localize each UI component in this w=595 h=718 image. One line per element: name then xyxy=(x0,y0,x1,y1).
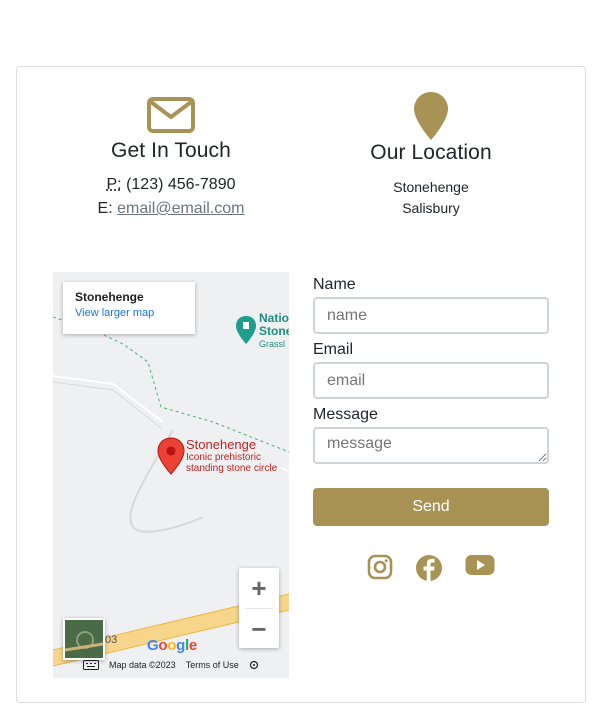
park-label-line-1: Natio xyxy=(259,311,289,325)
park-label: Natio Stone xyxy=(259,312,289,338)
map-data-text: Map data ©2023 xyxy=(109,660,176,670)
send-button[interactable]: Send xyxy=(313,488,549,526)
report-error-icon[interactable] xyxy=(249,660,259,670)
place-description: Iconic prehistoric standing stone circle xyxy=(186,452,277,474)
name-input[interactable] xyxy=(313,297,549,334)
place-description-line-1: Iconic prehistoric xyxy=(186,452,262,463)
terms-of-use-link[interactable]: Terms of Use xyxy=(186,660,239,670)
location-line-1: Stonehenge xyxy=(393,179,469,195)
embedded-map[interactable]: Stonehenge View larger map Natio Stone G… xyxy=(53,272,289,678)
location-section: Our Location Stonehenge Salisbury xyxy=(331,91,531,219)
road-number-label: 03 xyxy=(105,634,118,646)
red-map-marker-icon[interactable] xyxy=(157,437,185,475)
satellite-view-toggle[interactable] xyxy=(63,618,105,660)
contact-heading: Get In Touch xyxy=(111,139,231,162)
park-marker-icon[interactable] xyxy=(235,315,257,345)
instagram-icon[interactable] xyxy=(367,554,393,580)
phone-label: P: xyxy=(106,176,122,193)
map-attribution-bar: Map data ©2023 Terms of Use xyxy=(53,658,289,672)
email-input[interactable] xyxy=(313,362,549,399)
map-card-title: Stonehenge xyxy=(75,290,144,304)
email-line: E: email@email.com xyxy=(71,197,271,221)
message-textarea[interactable] xyxy=(313,427,549,464)
contact-form: Name Email Message Send xyxy=(313,275,549,582)
envelope-icon xyxy=(147,97,195,133)
map-pin-icon xyxy=(414,92,448,140)
facebook-icon[interactable] xyxy=(415,554,443,582)
keyboard-shortcuts-icon[interactable] xyxy=(83,660,99,670)
phone-number: (123) 456-7890 xyxy=(126,176,236,193)
email-link[interactable]: email@email.com xyxy=(117,200,244,217)
place-label: Stonehenge xyxy=(186,437,257,452)
location-heading: Our Location xyxy=(370,141,492,164)
youtube-icon[interactable] xyxy=(465,554,495,576)
social-links xyxy=(313,554,549,582)
location-line-2: Salisbury xyxy=(402,200,460,216)
contact-card: Get In Touch P: (123) 456-7890 E: email@… xyxy=(16,66,586,703)
phone-line: P: (123) 456-7890 xyxy=(71,173,271,197)
email-label: Email xyxy=(313,341,354,358)
view-larger-map-link[interactable]: View larger map xyxy=(75,307,183,319)
place-description-line-2: standing stone circle xyxy=(186,463,278,474)
zoom-out-button[interactable]: − xyxy=(239,609,279,649)
name-label: Name xyxy=(313,276,356,293)
park-sub-label: Grassl xyxy=(259,339,286,349)
message-label: Message xyxy=(313,406,378,423)
get-in-touch-section: Get In Touch P: (123) 456-7890 E: email@… xyxy=(71,93,271,221)
zoom-in-button[interactable]: + xyxy=(239,568,279,608)
satellite-thumbnail-icon xyxy=(65,620,103,658)
zoom-control: + − xyxy=(239,568,279,648)
email-label: E: xyxy=(97,200,113,217)
park-label-line-2: Stone xyxy=(259,324,289,338)
map-info-card: Stonehenge View larger map xyxy=(63,282,195,334)
google-logo: Google xyxy=(147,637,197,654)
